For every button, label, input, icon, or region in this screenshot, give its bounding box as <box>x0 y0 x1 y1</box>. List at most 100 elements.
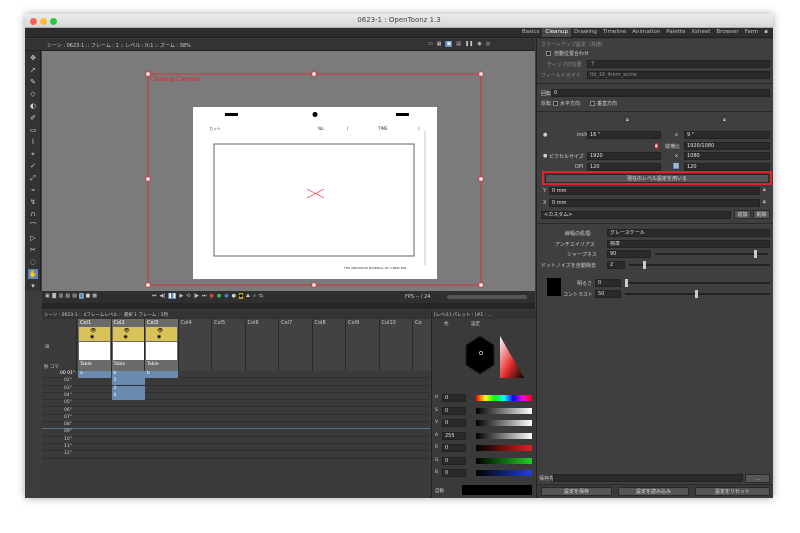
xsheet-row[interactable]: 10" <box>42 437 430 444</box>
save-path-field[interactable] <box>553 474 743 482</box>
column-header-9[interactable]: Col9 <box>346 319 380 371</box>
hand-tool-icon[interactable]: ✋ <box>28 269 38 279</box>
sharpness-slider[interactable] <box>655 250 768 258</box>
snapshot-icon[interactable]: ◙ <box>52 293 57 299</box>
line-process-select[interactable]: グレースケール <box>607 229 770 237</box>
preset-delete-button[interactable]: 削除 <box>753 210 770 219</box>
preset-add-button[interactable]: 追加 <box>734 210 751 219</box>
safe-area-icon[interactable]: ▭ <box>428 41 433 47</box>
first-frame-icon[interactable]: ⏮ <box>152 293 157 299</box>
xsheet-cells[interactable]: 00 01" 02" 03" 04" 05" 06" 07" 08" 09" 10" 11" 12" a… <box>42 371 430 498</box>
tab-animation[interactable]: Animation <box>629 28 663 37</box>
tab-timeline[interactable]: Timeline <box>600 28 629 37</box>
column-header-7[interactable]: Col7 <box>279 319 313 371</box>
antialias-select[interactable]: 標準 <box>607 240 770 248</box>
flip-horizontal-checkbox[interactable] <box>553 101 558 106</box>
column-header-6[interactable]: Col6 <box>245 319 279 371</box>
red-channel-icon[interactable]: ● <box>210 293 214 299</box>
black-bg-icon[interactable]: ■ <box>86 293 91 299</box>
fill-tool-icon[interactable]: ◐ <box>28 101 38 111</box>
channel-value-field[interactable]: 0 <box>442 406 466 415</box>
pinch-tool-icon[interactable]: ⌁ <box>28 185 38 195</box>
room-menu-icon[interactable]: ▪ <box>761 28 771 37</box>
flip-vertical-checkbox[interactable] <box>590 101 595 106</box>
play-icon[interactable]: ▶ <box>179 293 183 299</box>
channel-value-field[interactable]: 255 <box>442 431 466 440</box>
pixel-height-field[interactable]: 1080 <box>684 152 770 160</box>
y-lock-icon[interactable]: 🔒︎ <box>763 187 766 193</box>
rotate-select[interactable]: 0 <box>551 89 770 97</box>
sharpness-slider-knob[interactable] <box>754 250 757 258</box>
auto-overlay-checkbox[interactable] <box>546 51 551 56</box>
frame-scrollbar[interactable] <box>42 303 535 309</box>
new-level-icon[interactable]: ⊞ <box>45 344 49 350</box>
column-header-1[interactable]: Col1 👁︎ ◉ Table <box>78 319 112 371</box>
column-header-5[interactable]: Col5 <box>212 319 246 371</box>
tab-xsheet[interactable]: Xsheet <box>688 28 713 37</box>
green-channel-icon[interactable]: ● <box>217 293 221 299</box>
cell-col2-frame1[interactable]: b <box>111 371 145 378</box>
lock-icon-left[interactable]: 🔒︎ <box>626 117 629 123</box>
xsheet-row[interactable]: 11" <box>42 444 430 452</box>
pixel-width-field[interactable]: 1920 <box>587 152 661 160</box>
xsheet-row[interactable]: 05" <box>42 400 430 408</box>
radio-pixel[interactable]: ● <box>543 153 547 159</box>
xsheet-row[interactable]: 06" <box>42 408 430 415</box>
column-header-4[interactable]: Col4 <box>178 319 212 371</box>
skeleton-tool-icon[interactable]: ◌ <box>28 257 38 267</box>
cell-col2-frame2[interactable]: 2 <box>111 378 145 386</box>
column-header-3[interactable]: Col3 👁︎ ◉ Table <box>145 319 179 371</box>
preview-icon[interactable]: ◉ <box>477 41 481 47</box>
column-toggles[interactable]: 👁︎ ◉ <box>146 327 177 341</box>
channel-slider-h[interactable] <box>476 395 532 401</box>
xsheet-row[interactable]: 02" <box>42 378 430 386</box>
tab-style-settings[interactable]: 設定 <box>471 321 480 327</box>
column-header-2[interactable]: Col2 👁︎ ◉ Table <box>111 319 145 371</box>
rgb-picker-tool-icon[interactable]: ✓ <box>28 161 38 171</box>
contrast-field[interactable]: 50 <box>595 290 621 298</box>
loop-icon[interactable]: ⟲ <box>186 293 190 299</box>
channel-value-field[interactable]: 0 <box>442 469 466 477</box>
contrast-slider[interactable] <box>625 290 770 298</box>
bender-tool-icon[interactable]: ⌒ <box>28 221 38 231</box>
geometric-tool-icon[interactable]: ◇ <box>28 89 38 99</box>
cell-col2-frame3[interactable]: 3 <box>111 385 145 393</box>
brightness-field[interactable]: 0 <box>595 279 621 287</box>
tip-position-select[interactable]: 下 <box>587 60 770 68</box>
despeckle-field[interactable]: 2 <box>607 261 625 269</box>
tab-color[interactable]: 色 <box>444 321 449 327</box>
next-key-icon[interactable]: |▶ <box>194 293 200 299</box>
save-settings-button[interactable]: 設定を保存 <box>541 487 612 496</box>
animate-tool-icon[interactable]: ✥ <box>28 53 38 63</box>
brush-tool-icon[interactable]: ✎ <box>28 77 38 87</box>
tab-farm[interactable]: Farm <box>742 28 762 37</box>
height-inch-field[interactable]: 9 " <box>684 131 770 139</box>
reset-settings-button[interactable]: 設定をリセット <box>695 487 770 496</box>
more-tools-icon[interactable]: ▾ <box>28 281 38 291</box>
last-frame-icon[interactable]: ⏭ <box>202 293 207 299</box>
field-guide-icon[interactable]: ▦ <box>437 41 442 47</box>
tab-basics[interactable]: Basics <box>519 28 542 37</box>
compare-icon[interactable]: ▥ <box>59 293 64 299</box>
despeckle-slider[interactable] <box>629 261 770 269</box>
column-header-10[interactable]: Col10 <box>379 319 413 371</box>
control-point-editor-icon[interactable]: ⤢ <box>28 173 38 183</box>
channel-slider-a[interactable] <box>476 432 532 439</box>
xsheet-row[interactable]: 12" <box>42 451 430 459</box>
browse-button[interactable]: ... <box>745 474 770 483</box>
tab-cleanup[interactable]: Cleanup <box>542 28 571 37</box>
preset-select[interactable]: <カスタム> <box>541 211 731 219</box>
magnet-tool-icon[interactable]: ∩ <box>28 209 38 219</box>
style-picker-tool-icon[interactable]: ⌖ <box>28 149 38 159</box>
pause-icon[interactable]: ❚❚ <box>168 293 177 299</box>
dpi-y-field[interactable]: 120 <box>684 163 770 171</box>
xsheet-row[interactable]: 03" <box>42 386 430 393</box>
table-view-icon[interactable]: ▤ <box>456 41 461 47</box>
x-lock-icon[interactable]: 🔒︎ <box>763 199 766 205</box>
fps-slider[interactable] <box>447 295 527 299</box>
dpi-link-icon[interactable]: ⛓ <box>673 163 680 169</box>
camstand-toggle-icon[interactable]: ◉ <box>124 334 128 340</box>
cell-col3-frame1[interactable]: b <box>145 371 178 378</box>
radio-inch[interactable]: ● <box>543 132 547 138</box>
matte-icon[interactable]: ◆ <box>239 293 243 299</box>
